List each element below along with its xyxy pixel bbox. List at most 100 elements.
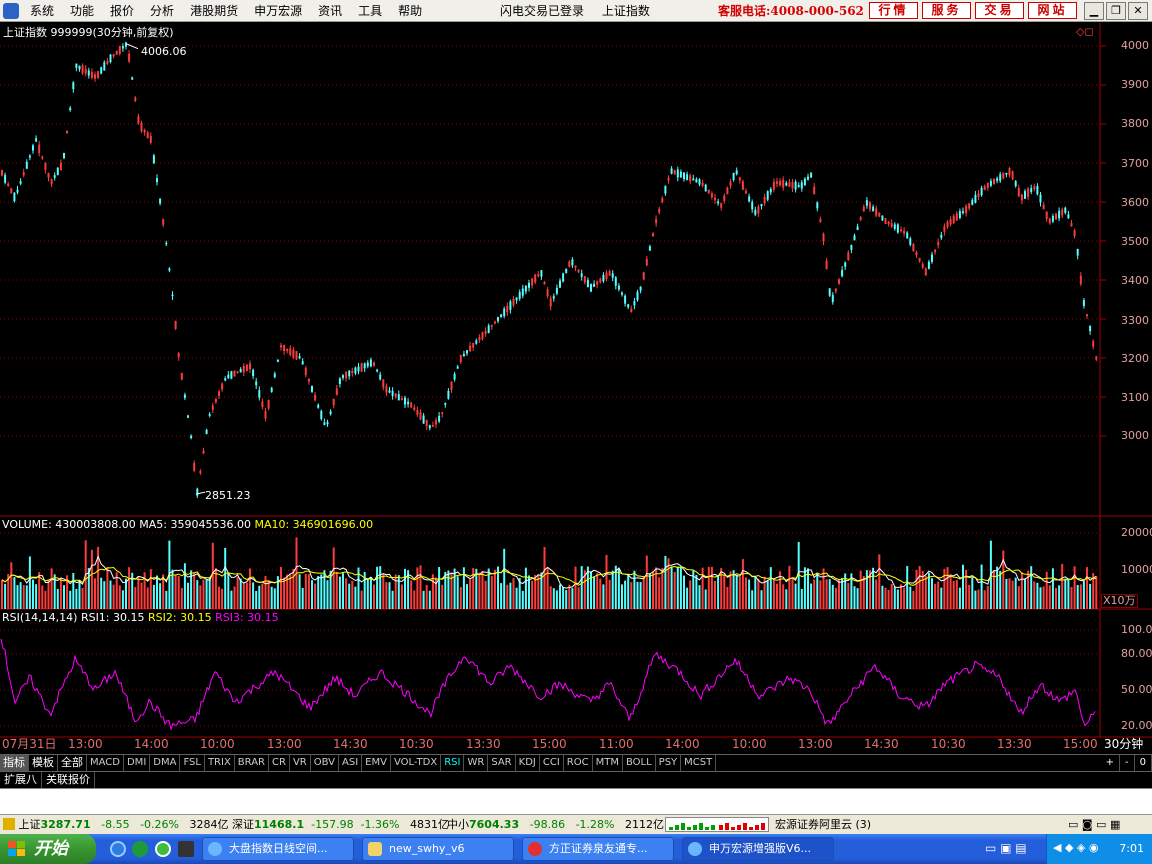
tab-mcst[interactable]: MCST	[681, 755, 717, 771]
taskbar-item[interactable]: 方正证券泉友通专...	[522, 837, 674, 861]
website-button[interactable]: 网站	[1028, 2, 1077, 19]
tab-template[interactable]: 模板	[29, 755, 58, 771]
zoom-out-button[interactable]: -	[1120, 755, 1135, 771]
ie-icon[interactable]	[110, 841, 126, 857]
tab-cr[interactable]: CR	[269, 755, 290, 771]
candle-body	[236, 371, 239, 373]
volume-bar	[261, 583, 264, 609]
candle	[937, 238, 940, 249]
menu-swhy[interactable]: 申万宏源	[246, 0, 310, 22]
tab-roc[interactable]: ROC	[564, 755, 593, 771]
panel-toggle-icon[interactable]: ◇◻	[1076, 25, 1094, 38]
quote-button[interactable]: 行情	[869, 2, 918, 19]
candle	[416, 406, 419, 417]
candle	[140, 120, 143, 133]
menu-analysis[interactable]: 分析	[142, 0, 182, 22]
tab-trix[interactable]: TRIX	[205, 755, 235, 771]
menu-help[interactable]: 帮助	[390, 0, 430, 22]
candle-body	[221, 383, 224, 390]
volume-bar	[177, 575, 180, 609]
tab-macd[interactable]: MACD	[87, 755, 124, 771]
zx-index-ticker[interactable]: 中小7604.33 -98.86 -1.28% 2112亿	[447, 818, 664, 832]
menu-function[interactable]: 功能	[62, 0, 102, 22]
period-selector[interactable]: 30分钟	[1104, 737, 1143, 752]
tab-emv[interactable]: EMV	[362, 755, 391, 771]
time-label: 10:30	[931, 737, 966, 751]
restore-icon[interactable]: ❐	[1106, 2, 1126, 20]
browser-icon[interactable]	[132, 841, 148, 857]
candle	[233, 370, 236, 377]
tab-mtm[interactable]: MTM	[593, 755, 623, 771]
volume-bar	[630, 582, 633, 609]
tab-kdj[interactable]: KDJ	[516, 755, 540, 771]
volume-bar	[1014, 577, 1017, 609]
candle	[193, 460, 196, 473]
broker-server[interactable]: 宏源证券阿里云 (3)	[775, 818, 871, 832]
tab-related-quotes[interactable]: 关联报价	[42, 772, 95, 788]
minimize-icon[interactable]: ▁	[1084, 2, 1104, 20]
chart-area[interactable]: 上证指数 999999(30分钟,前复权) ◇◻ 4006.06 2851.23…	[0, 23, 1152, 754]
tab-psy[interactable]: PSY	[656, 755, 682, 771]
candle-body	[896, 224, 899, 233]
menu-news[interactable]: 资讯	[310, 0, 350, 22]
candle-body	[940, 234, 943, 238]
tab-asi[interactable]: ASI	[339, 755, 363, 771]
tab-boll[interactable]: BOLL	[623, 755, 656, 771]
sz-index-ticker[interactable]: 深证11468.1 -157.98 -1.36% 4831亿	[232, 818, 449, 832]
volume-bar	[1036, 582, 1039, 609]
tray-arrows-icon[interactable]: ▭ ▣ ▤	[985, 842, 1027, 855]
candle-body	[850, 245, 853, 250]
taskbar-item-active[interactable]: 申万宏源增强版V6...	[682, 837, 834, 861]
candle	[968, 202, 971, 211]
reset-button[interactable]: 0	[1135, 755, 1152, 771]
tab-brar[interactable]: BRAR	[235, 755, 269, 771]
candle	[881, 215, 884, 221]
tab-extension-8[interactable]: 扩展八	[0, 772, 42, 788]
candle	[66, 130, 69, 134]
tab-all[interactable]: 全部	[58, 755, 87, 771]
tab-dma[interactable]: DMA	[150, 755, 181, 771]
tab-vr[interactable]: VR	[290, 755, 311, 771]
candle-body	[779, 181, 782, 186]
tab-cci[interactable]: CCI	[540, 755, 564, 771]
candle-body	[10, 188, 13, 194]
candle	[242, 363, 245, 377]
service-button[interactable]: 服务	[922, 2, 971, 19]
time-label: 10:30	[399, 737, 434, 751]
candle-body	[125, 42, 127, 47]
tab-indicator[interactable]: 指标	[0, 755, 29, 771]
taskbar-item[interactable]: 大盘指数日线空间...	[202, 837, 354, 861]
tab-wr[interactable]: WR	[464, 755, 489, 771]
menu-hk-futures[interactable]: 港股期货	[182, 0, 246, 22]
trade-button[interactable]: 交易	[975, 2, 1024, 19]
menu-quote[interactable]: 报价	[102, 0, 142, 22]
menu-tools[interactable]: 工具	[350, 0, 390, 22]
tab-fsl[interactable]: FSL	[180, 755, 205, 771]
chart-canvas[interactable]	[0, 23, 1152, 754]
candle	[729, 178, 732, 189]
candle-body	[332, 398, 335, 406]
tray-icons[interactable]: ◀ ◆ ◈ ◉	[1053, 841, 1098, 854]
tab-rsi[interactable]: RSI	[441, 755, 465, 771]
candle-body	[921, 263, 924, 268]
trading-app-icon[interactable]	[178, 841, 194, 857]
sh-index-ticker[interactable]: 上证3287.71 -8.55 -0.26% 3284亿	[3, 818, 229, 832]
tab-sar[interactable]: SAR	[488, 755, 516, 771]
candle	[276, 359, 279, 363]
tab-dmi[interactable]: DMI	[124, 755, 151, 771]
zoom-in-button[interactable]: +	[1101, 755, 1121, 771]
taskbar-item[interactable]: new_swhy_v6	[362, 837, 514, 861]
candle-body	[503, 308, 506, 317]
candle	[289, 345, 292, 357]
volume-bar	[912, 590, 915, 609]
candle-body	[559, 280, 561, 288]
volume-bar	[555, 590, 558, 609]
volume-bar	[676, 566, 679, 609]
menu-system[interactable]: 系统	[22, 0, 62, 22]
candle	[704, 183, 707, 192]
tab-vol-tdx[interactable]: VOL-TDX	[391, 755, 442, 771]
app-launch-icon[interactable]	[155, 841, 171, 857]
start-button[interactable]: 开始	[0, 834, 96, 864]
tab-obv[interactable]: OBV	[311, 755, 339, 771]
close-icon[interactable]: ✕	[1128, 2, 1148, 20]
